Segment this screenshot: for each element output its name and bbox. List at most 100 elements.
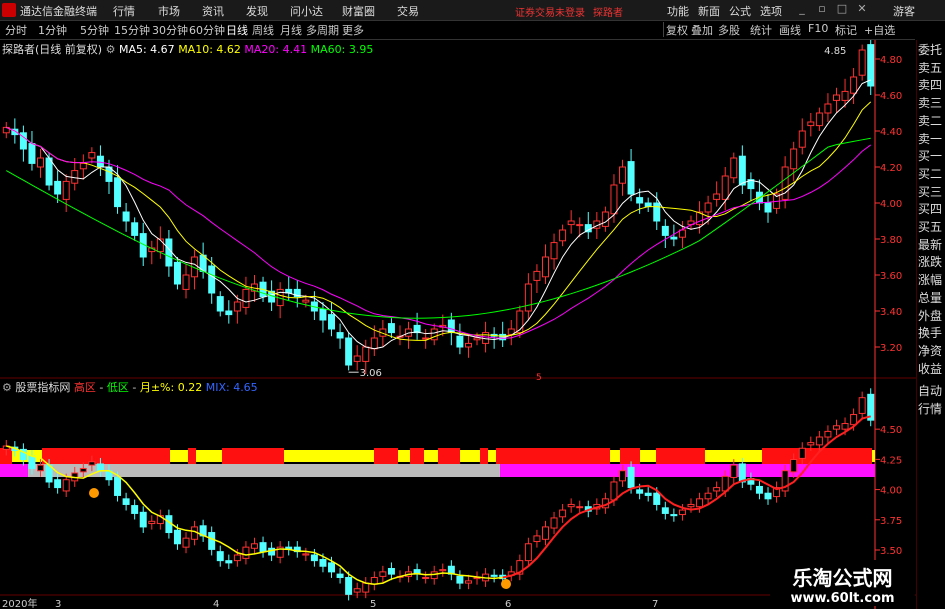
candle-body: [798, 130, 806, 148]
right-panel-label[interactable]: 委托: [918, 43, 942, 58]
sub-candle-body: [122, 498, 130, 505]
right-panel-label[interactable]: 卖一: [918, 132, 942, 147]
menu-item-trade[interactable]: 交易: [397, 3, 419, 19]
period-30min[interactable]: 30分钟: [152, 22, 188, 38]
right-panel-label[interactable]: 换手: [918, 326, 942, 341]
login-notice[interactable]: 证券交易未登录: [515, 4, 585, 19]
signal-block-red: [656, 448, 705, 464]
sub-tick-label: 4.00: [880, 486, 902, 497]
period-monthly[interactable]: 月线: [280, 22, 302, 38]
signal-block-red: [438, 448, 460, 464]
period-daily[interactable]: 日线: [226, 22, 248, 38]
period-5min[interactable]: 5分钟: [80, 22, 109, 38]
right-panel-label[interactable]: 净资: [918, 344, 942, 359]
menu-item-wealth[interactable]: 财富圈: [342, 3, 375, 19]
candle-body: [576, 224, 584, 227]
menu-item-discover[interactable]: 发现: [246, 3, 268, 19]
maximize-icon[interactable]: □: [835, 2, 849, 16]
sub-tick-label: 4.25: [880, 455, 902, 466]
sub-candle-body: [387, 567, 395, 575]
right-panel-label[interactable]: 涨幅: [918, 273, 942, 288]
app-title: 通达信金融终端: [20, 5, 97, 18]
candle-body: [713, 193, 721, 200]
signal-block-red: [374, 448, 398, 464]
right-panel-label[interactable]: 买三: [918, 185, 942, 200]
right-panel-label[interactable]: 卖四: [918, 78, 942, 93]
candle-body: [165, 238, 173, 267]
candle-body: [559, 229, 567, 242]
menu-item-assistant[interactable]: 问小达: [290, 3, 323, 19]
kline-chart[interactable]: 4.80 4.60 4.40 4.20 4.00 3.80 3.60 3.40 3.20 4.85…: [0, 40, 916, 609]
candle-body: [781, 166, 789, 200]
sub-tick-label: 4.50: [880, 425, 902, 436]
tool-overlay[interactable]: 叠加: [691, 22, 713, 38]
right-panel-label[interactable]: 买四: [918, 202, 942, 217]
menu-item-market[interactable]: 市场: [158, 3, 180, 19]
right-panel-label[interactable]: 最新: [918, 238, 942, 253]
sub-candle-body: [541, 526, 549, 540]
period-15min[interactable]: 15分钟: [114, 22, 150, 38]
guest-label[interactable]: 游客: [893, 3, 915, 19]
tool-f10[interactable]: F10: [808, 22, 828, 35]
right-panel-label[interactable]: 总量: [918, 291, 942, 306]
period-minute[interactable]: 分时: [5, 22, 27, 38]
menu-item-news[interactable]: 资讯: [202, 3, 224, 19]
period-more[interactable]: 更多: [342, 22, 364, 38]
low-annotation: 3.06: [360, 368, 382, 379]
sub-candle-body: [619, 470, 627, 482]
right-panel-label[interactable]: 收益: [918, 362, 942, 377]
tool-rights[interactable]: 复权: [666, 22, 688, 38]
right-panel-label[interactable]: 买一: [918, 149, 942, 164]
right-panel-label[interactable]: 买二: [918, 167, 942, 182]
right-panel-label[interactable]: 外盘: [918, 309, 942, 324]
sub-candle-body: [328, 562, 336, 573]
period-weekly[interactable]: 周线: [252, 22, 274, 38]
period-60min[interactable]: 60分钟: [189, 22, 225, 38]
right-panel-label[interactable]: 行情: [918, 402, 942, 417]
menu-item-formula[interactable]: 公式: [729, 3, 751, 19]
time-axis-label: 4: [213, 599, 219, 609]
tool-mark[interactable]: 标记: [835, 22, 857, 38]
sub-candle-body: [576, 506, 584, 509]
candle-body: [122, 211, 130, 222]
signal-marker-icon: [501, 579, 511, 589]
sub-candle-body: [696, 498, 704, 508]
time-axis-label: 3: [55, 599, 61, 609]
menu-item-quotes[interactable]: 行情: [113, 3, 135, 19]
price-tick-label: 3.20: [880, 343, 902, 354]
menu-item-options[interactable]: 选项: [760, 3, 782, 19]
app-logo-icon: [2, 3, 16, 17]
tool-draw[interactable]: 画线: [779, 22, 801, 38]
candle-body: [807, 121, 815, 127]
right-panel-label[interactable]: 卖二: [918, 114, 942, 129]
tool-add-watchlist[interactable]: +自选: [864, 22, 895, 38]
close-icon[interactable]: ✕: [855, 2, 869, 16]
period-multi[interactable]: 多周期: [306, 22, 339, 38]
tool-multi-stock[interactable]: 多股: [718, 22, 740, 38]
tool-stats[interactable]: 统计: [750, 22, 772, 38]
candle-body: [824, 103, 832, 114]
sub-candle-body: [644, 492, 652, 496]
candle-body: [345, 337, 353, 366]
sub-tick-label: 3.50: [880, 546, 902, 557]
menu-item-new-page[interactable]: 新面: [698, 3, 720, 19]
sub-candle-body: [464, 580, 472, 584]
candle-body: [131, 222, 139, 236]
candle-body: [841, 90, 849, 101]
minimize-icon[interactable]: _: [795, 2, 809, 16]
right-panel-label[interactable]: 卖五: [918, 61, 942, 76]
sub-candle-body: [28, 455, 36, 469]
right-panel-label[interactable]: 卖三: [918, 96, 942, 111]
candle-body: [524, 283, 532, 312]
right-panel-label[interactable]: 买五: [918, 220, 942, 235]
restore-icon[interactable]: ▫: [815, 2, 829, 16]
right-panel-label[interactable]: 自动: [918, 384, 942, 399]
toolbar-divider: [663, 22, 664, 37]
candle-body: [302, 299, 310, 303]
menu-item-function[interactable]: 功能: [667, 3, 689, 19]
period-1min[interactable]: 1分钟: [38, 22, 67, 38]
right-panel-label[interactable]: 涨跌: [918, 255, 942, 270]
sub-candle-body: [730, 464, 738, 478]
sub-line-red: [502, 415, 871, 579]
candle-body: [182, 274, 190, 290]
